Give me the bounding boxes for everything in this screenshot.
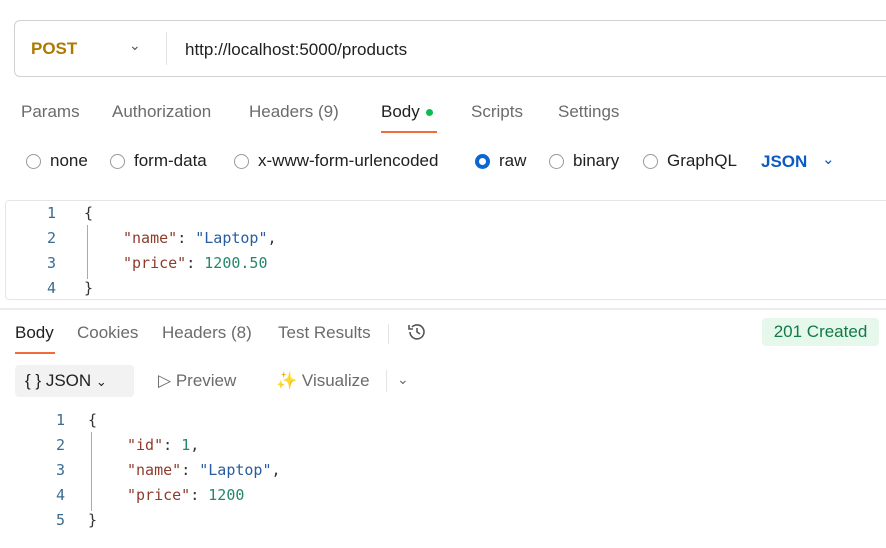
tab-params[interactable]: Params (21, 102, 80, 122)
code-line: { (88, 411, 97, 429)
code-token: : (177, 229, 196, 247)
radio-label: x-www-form-urlencoded (258, 151, 439, 170)
code-token: "id" (127, 436, 164, 454)
tab-scripts[interactable]: Scripts (471, 102, 523, 122)
tab-response-headers[interactable]: Headers (8) (162, 323, 252, 343)
pane-divider[interactable] (0, 308, 886, 310)
code-token: 1200 (208, 486, 245, 504)
code-line: "price": 1200 (127, 486, 244, 504)
headers-count: (9) (318, 102, 339, 121)
line-number: 1 (46, 204, 56, 222)
radio-raw[interactable]: raw (475, 151, 526, 171)
preview-button[interactable]: ▷ Preview (158, 371, 236, 391)
method-select[interactable]: POST (31, 39, 77, 59)
code-token: "Laptop" (199, 461, 272, 479)
code-token: 1 (181, 436, 191, 454)
response-body-viewer[interactable]: 1 2 3 4 5{"id": 1, "name": "Laptop", "price": … (0, 400, 886, 540)
body-format-select[interactable]: JSON (761, 152, 807, 172)
code-token: } (88, 511, 98, 529)
code-token: 1200.50 (204, 254, 268, 272)
code-token: : (190, 486, 209, 504)
active-tab-indicator (15, 352, 55, 354)
format-label: JSON (45, 371, 92, 390)
chevron-down-icon: ⌄ (95, 374, 107, 389)
active-tab-indicator (381, 131, 437, 133)
code-token: } (84, 279, 94, 297)
headers-count: (8) (231, 323, 252, 342)
code-token: "price" (127, 486, 191, 504)
code-token: : (186, 254, 205, 272)
radio-label: GraphQL (667, 151, 737, 170)
tab-body[interactable]: Body (381, 102, 433, 122)
radio-label: raw (499, 151, 527, 170)
divider (386, 370, 387, 392)
radio-label: none (50, 151, 88, 170)
code-token: , (267, 229, 277, 247)
tab-response-body[interactable]: Body (15, 323, 54, 343)
radio-form-data[interactable]: form-data (110, 151, 207, 171)
tab-test-results[interactable]: Test Results (278, 323, 371, 343)
modified-dot-icon (425, 109, 433, 117)
code-token: "name" (127, 461, 182, 479)
code-token: "Laptop" (195, 229, 268, 247)
tab-label: Body (381, 102, 420, 121)
radio-none[interactable]: none (26, 151, 88, 171)
line-number: 2 (55, 436, 65, 454)
indent-guide (91, 432, 92, 511)
chevron-down-icon[interactable]: ⌄ (397, 371, 409, 388)
button-label: Visualize (301, 371, 370, 390)
tab-label: Headers (249, 102, 314, 121)
line-number: 1 (55, 411, 65, 429)
code-line: "name": "Laptop", (123, 229, 277, 247)
code-token: { (84, 204, 94, 222)
code-line: "price": 1200.50 (123, 254, 268, 272)
url-bar: POST ⌄ http://localhost:5000/products (14, 20, 886, 77)
play-icon: ▷ (158, 371, 172, 390)
radio-x-www-form-urlencoded[interactable]: x-www-form-urlencoded (234, 151, 438, 171)
code-token: : (181, 461, 200, 479)
tab-authorization[interactable]: Authorization (112, 102, 211, 122)
line-number: 5 (55, 511, 65, 529)
code-line: "name": "Laptop", (127, 461, 281, 479)
radio-graphql[interactable]: GraphQL (643, 151, 737, 171)
history-icon[interactable] (406, 321, 428, 343)
button-label: Preview (175, 371, 237, 390)
status-badge: 201 Created (762, 318, 879, 346)
code-line: } (84, 279, 93, 297)
divider (388, 324, 389, 344)
visualize-button[interactable]: ✨ Visualize (276, 371, 370, 391)
tab-cookies[interactable]: Cookies (77, 323, 138, 343)
request-body-editor[interactable]: 1 2 3 4 { "name": "Laptop", "price": 1200.50} (5, 200, 886, 300)
divider (166, 32, 167, 65)
code-line: "id": 1, (127, 436, 199, 454)
code-token: , (190, 436, 200, 454)
tab-settings[interactable]: Settings (558, 102, 619, 122)
line-number: 3 (46, 254, 56, 272)
radio-label: form-data (134, 151, 207, 170)
indent-guide (87, 225, 88, 279)
line-number: 2 (46, 229, 56, 247)
line-number: 4 (55, 486, 65, 504)
line-number: 3 (55, 461, 65, 479)
visualize-icon: ✨ (276, 371, 298, 390)
radio-binary[interactable]: binary (549, 151, 619, 171)
tab-label: Headers (162, 323, 227, 342)
url-input[interactable]: http://localhost:5000/products (185, 40, 407, 60)
code-token: , (271, 461, 281, 479)
code-line: } (88, 511, 97, 529)
tab-headers[interactable]: Headers (9) (249, 102, 339, 122)
braces-icon: { } (25, 371, 42, 390)
line-number: 4 (46, 279, 56, 297)
chevron-down-icon[interactable]: ⌄ (129, 37, 141, 54)
chevron-down-icon[interactable]: ⌄ (822, 150, 835, 168)
code-token: : (163, 436, 182, 454)
code-token: { (88, 411, 98, 429)
radio-label: binary (573, 151, 620, 170)
code-token: "name" (123, 229, 178, 247)
code-token: "price" (123, 254, 187, 272)
response-format-select[interactable]: { } JSON ⌄ (15, 365, 134, 397)
code-line: { (84, 204, 93, 222)
